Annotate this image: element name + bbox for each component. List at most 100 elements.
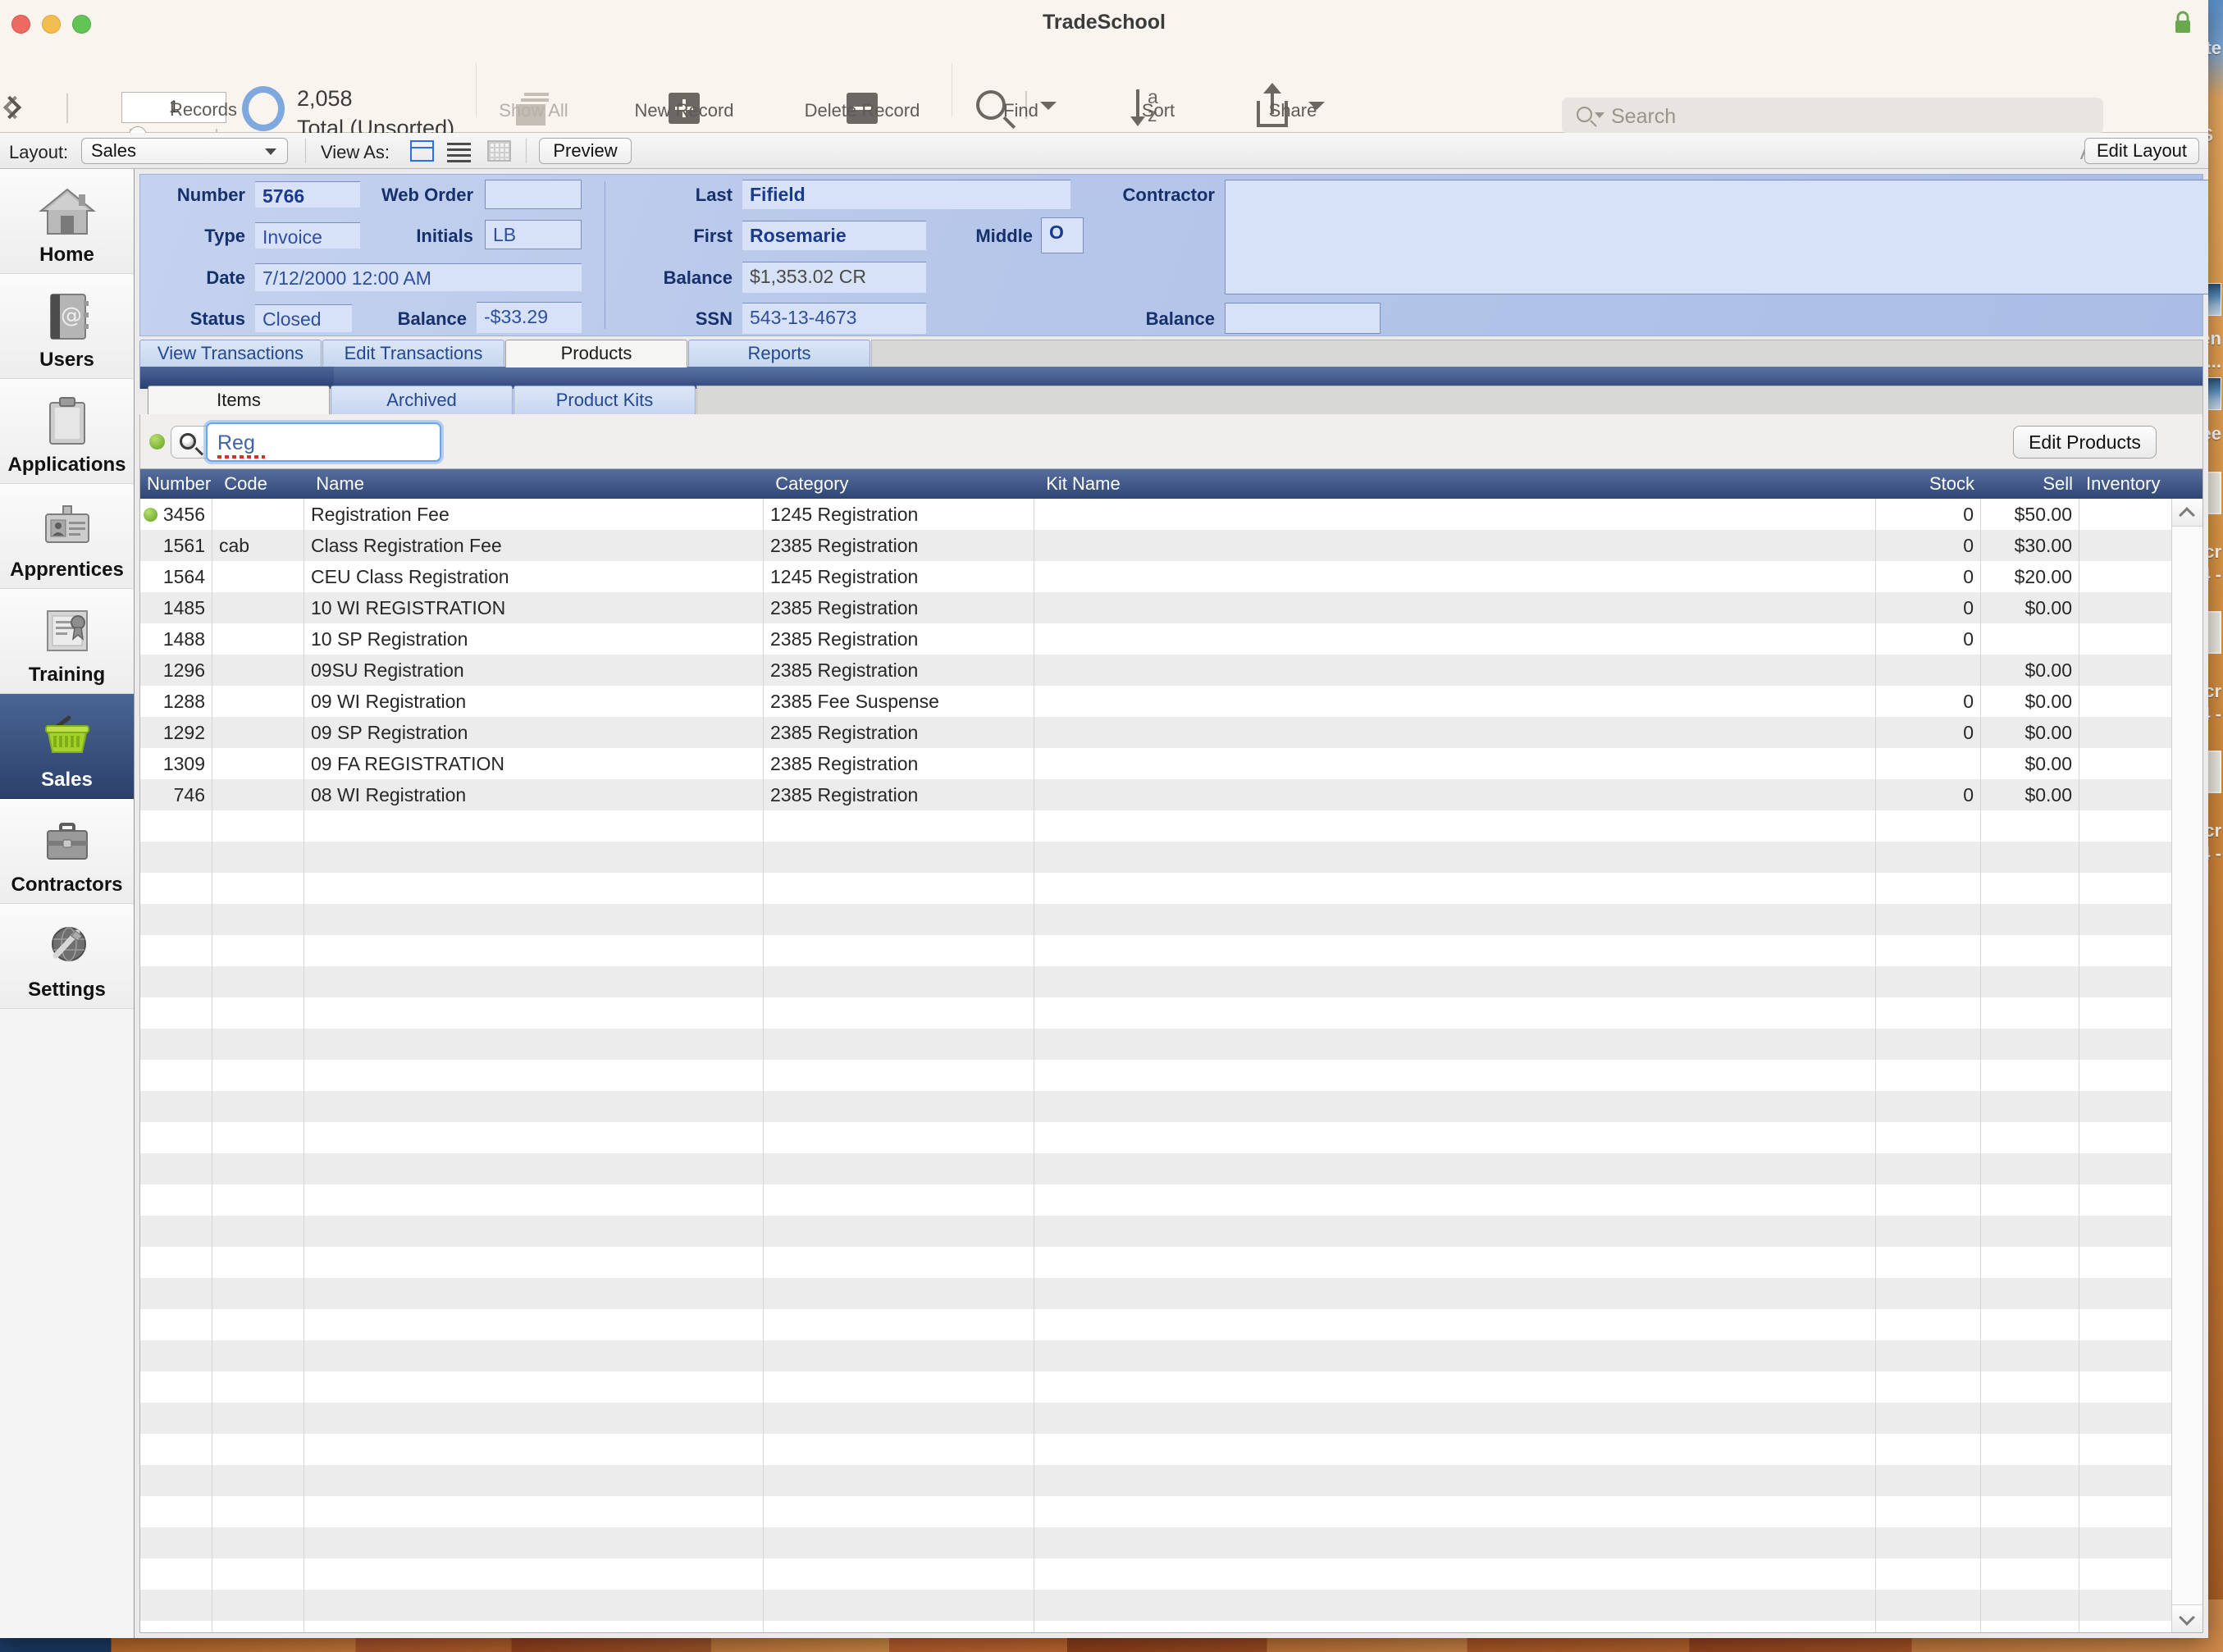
sidebar-item-training[interactable]: Training [0,589,134,694]
cell-sell: $0.00 [1981,748,2079,779]
tab-product-kits[interactable]: Product Kits [514,386,696,415]
edit-products-button[interactable]: Edit Products [2013,426,2157,459]
window-body: Home @ Users Applications Apprentices Tr… [0,169,2208,1638]
cell-sell: $0.00 [1981,779,2079,810]
cell-category: 2385 Registration [764,655,1034,686]
sidebar-item-applications[interactable]: Applications [0,379,134,484]
table-empty-row [140,1465,2202,1496]
field-web-order[interactable] [485,180,582,209]
field-middle[interactable]: O [1041,217,1084,253]
cell-sell: $50.00 [1981,499,2079,530]
table-row[interactable]: 1561 cab Class Registration Fee 2385 Regist… [140,530,2202,561]
table-row[interactable]: 1488 10 SP Registration 2385 Registration 0 [140,623,2202,655]
field-balance-contractor[interactable] [1225,303,1381,334]
tab-view-transactions[interactable]: View Transactions [139,340,322,367]
table-empty-row [140,1247,2202,1278]
layout-select[interactable]: Sales [81,138,288,164]
sidebar-item-label: Applications [7,454,126,476]
chevron-down-icon [265,148,276,155]
field-status[interactable]: Closed [255,304,352,332]
column-header-inventory[interactable]: Inventory [2079,469,2202,499]
search-icon[interactable] [171,426,208,459]
column-header-name[interactable]: Name [309,469,769,499]
table-row[interactable]: 3456 Registration Fee 1245 Registration 0 $5… [140,499,2202,530]
field-balance-person[interactable]: $1,353.02 CR [742,262,926,293]
tab-bar-filler [871,340,2203,367]
cell-code [212,779,304,810]
cell-name: 10 SP Registration [304,623,764,655]
column-header-sell[interactable]: Sell [1981,469,2079,499]
tab-archived[interactable]: Archived [331,386,513,415]
field-date[interactable]: 7/12/2000 12:00 AM [255,263,582,291]
next-record-button[interactable] [0,89,28,127]
certificate-icon [38,603,97,660]
column-header-number[interactable]: Number [140,469,217,499]
sidebar-item-home[interactable]: Home [0,169,134,274]
table-row[interactable]: 1564 CEU Class Registration 1245 Registrat… [140,561,2202,592]
column-header-stock[interactable]: Stock [1876,469,1981,499]
table-row[interactable]: 1309 09 FA REGISTRATION 2385 Registration $… [140,748,2202,779]
table-view-icon[interactable] [487,140,511,162]
cell-stock: 0 [1876,530,1981,561]
lock-icon[interactable] [2172,10,2193,34]
field-initials[interactable]: LB [485,220,582,249]
cell-category: 2385 Registration [764,717,1034,748]
tab-items[interactable]: Items [148,386,330,415]
tab-products[interactable]: Products [505,340,687,367]
cell-number: 1288 [140,686,212,717]
cell-name: 10 WI REGISTRATION [304,592,764,623]
form-view-icon[interactable] [410,140,434,162]
chevron-down-icon[interactable] [1595,112,1604,118]
share-button[interactable]: Share [1220,47,1366,133]
field-label-balance-person: Balance [663,267,733,288]
field-number[interactable]: 5766 [255,181,360,208]
field-contractor[interactable] [1225,180,2208,294]
column-header-code[interactable]: Code [217,469,309,499]
main-toolbar: 1 2,058 Total (Unsorted) Records Show Al… [0,47,2208,146]
scroll-up-button[interactable] [2172,499,2202,527]
sidebar-item-sales[interactable]: Sales [0,694,134,799]
field-balance-left[interactable]: -$33.29 [477,302,582,333]
sidebar-item-contractors[interactable]: Contractors [0,799,134,904]
table-row[interactable]: 1288 09 WI Registration 2385 Fee Suspense 0… [140,686,2202,717]
field-ssn[interactable]: 543-13-4673 [742,303,926,334]
table-row[interactable]: 1296 09SU Registration 2385 Registration $0… [140,655,2202,686]
table-scrollbar[interactable] [2171,499,2202,1632]
find-button[interactable]: Find [945,47,1097,133]
sort-button[interactable]: a z Sort [1097,47,1220,133]
toolbar-search-field[interactable]: Search [1562,98,2103,135]
scroll-down-button[interactable] [2172,1604,2202,1632]
tab-reports[interactable]: Reports [688,340,870,367]
field-last[interactable]: Fifield [742,180,1070,209]
table-empty-row [140,1029,2202,1060]
preview-button[interactable]: Preview [539,138,632,164]
cell-sell: $30.00 [1981,530,2079,561]
tab-edit-transactions[interactable]: Edit Transactions [322,340,504,367]
new-record-button[interactable]: New Record [601,47,767,133]
record-header-panel: Number 5766 Web Order Type Invoice Initi… [139,174,2208,336]
sidebar-item-apprentices[interactable]: Apprentices [0,484,134,589]
table-row[interactable]: 1292 09 SP Registration 2385 Registration 0… [140,717,2202,748]
cell-code: cab [212,530,304,561]
new-record-label: New Record [634,100,734,121]
field-type[interactable]: Invoice [255,222,360,249]
cell-stock [1876,748,1981,779]
list-view-icon[interactable] [447,140,471,162]
product-search-input[interactable]: Reg [206,422,441,462]
sidebar-item-users[interactable]: @ Users [0,274,134,379]
column-header-category[interactable]: Category [769,469,1039,499]
show-all-button[interactable]: Show All [466,47,601,133]
sort-label: Sort [1141,100,1175,121]
sidebar-item-settings[interactable]: Settings [0,904,134,1009]
cell-code [212,655,304,686]
delete-record-button[interactable]: Delete Record [767,47,957,133]
column-header-kit-name[interactable]: Kit Name [1039,469,1876,499]
share-icon-arrow [1263,83,1281,94]
table-row[interactable]: 1485 10 WI REGISTRATION 2385 Registration 0… [140,592,2202,623]
field-label-date: Date [206,267,245,288]
cell-kit-name [1034,530,1876,561]
table-row[interactable]: 746 08 WI Registration 2385 Registration 0 $… [140,779,2202,810]
cell-code [212,499,304,530]
field-first[interactable]: Rosemarie [742,221,926,250]
edit-layout-button[interactable]: Edit Layout [2084,138,2199,164]
